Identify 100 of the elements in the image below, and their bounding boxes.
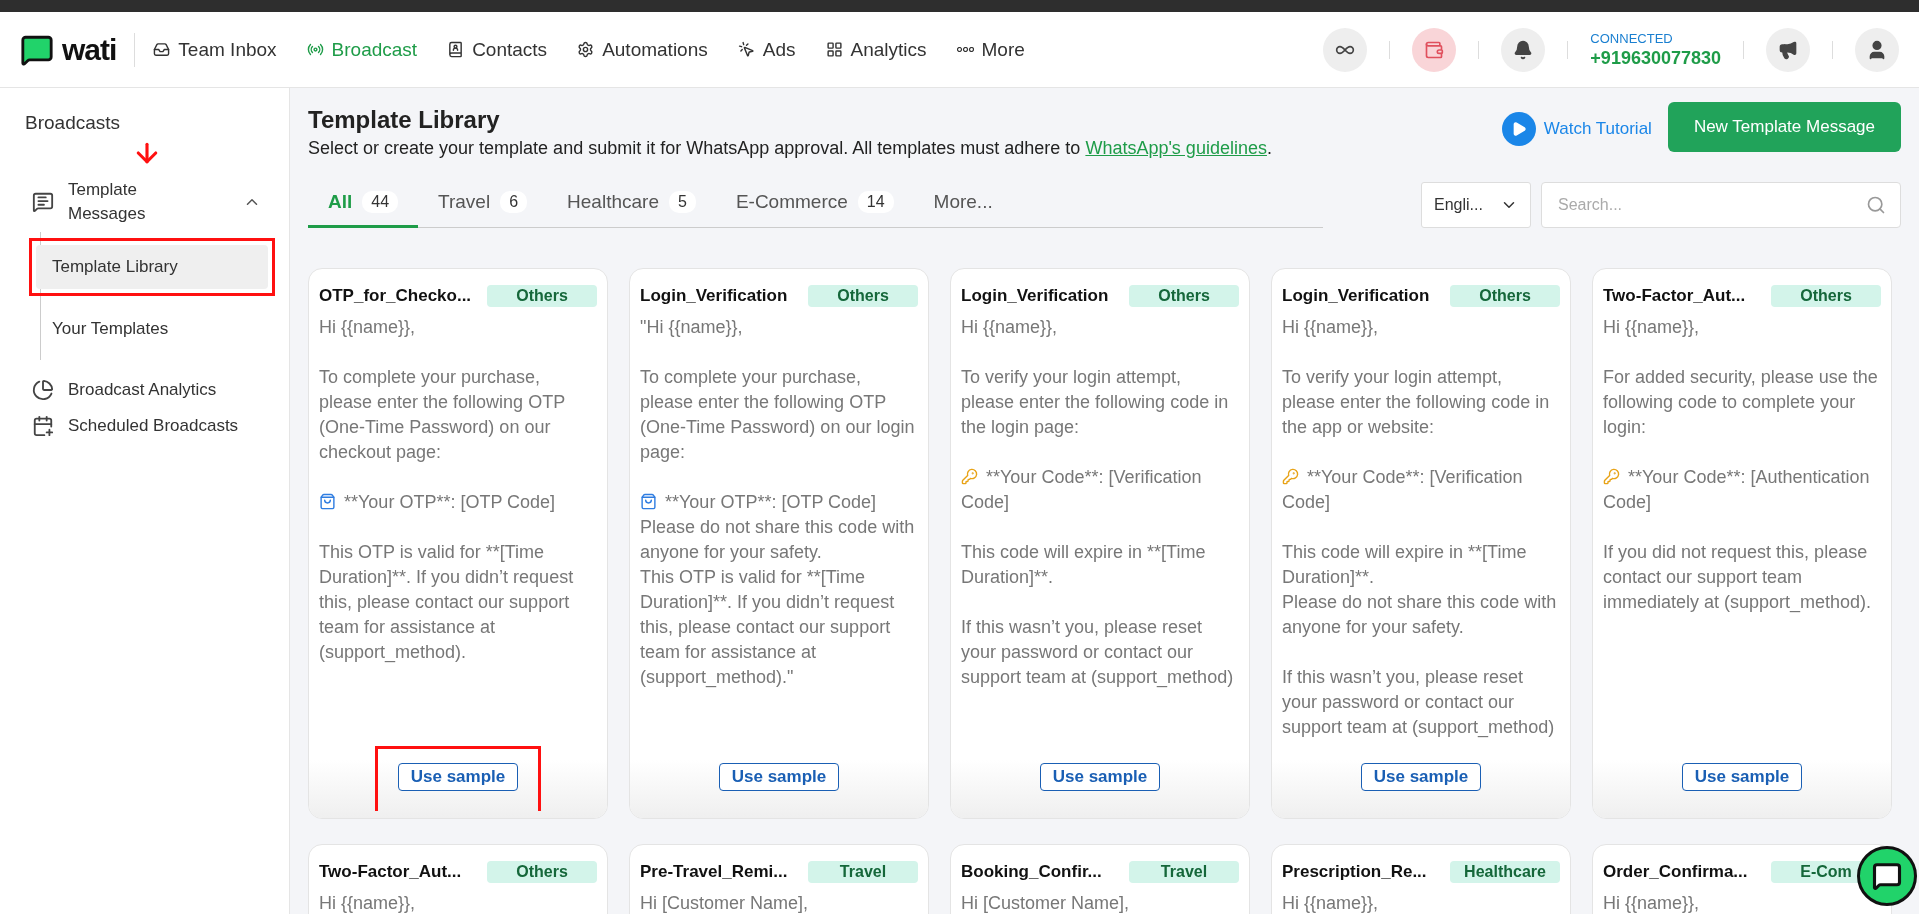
template-text: Hi [Customer Name], <box>961 892 1130 914</box>
search-field[interactable]: Search... <box>1541 182 1901 228</box>
category-tab[interactable]: All 44 <box>308 181 419 228</box>
chat-bubble-icon <box>1872 861 1902 891</box>
template-text: To complete your purchase, please enter the following OTP (One-Time Password) on our login page: <box>640 366 916 464</box>
nav-item[interactable]: More <box>956 38 1025 61</box>
announcements-button[interactable] <box>1766 27 1810 72</box>
chat-button[interactable] <box>1857 846 1917 906</box>
sidebar-item[interactable]: Scheduled Broadcasts <box>14 408 275 444</box>
sidebar-item[interactable]: Template Messages <box>14 172 275 232</box>
template-text: Hi {{name}}, <box>319 892 416 914</box>
tab-count: 44 <box>362 191 399 213</box>
template-text: "Hi {{name}}, <box>640 316 743 339</box>
template-title: Booking_Confir... <box>961 862 1102 882</box>
template-title: Login_Verification <box>961 286 1109 306</box>
sidebar-title: Broadcasts <box>25 112 122 134</box>
template-text: This code will expire in **[Time Duration]**. Please do not share this code with anyone for your safety. <box>1282 541 1558 639</box>
template-text: **Your OTP**: [OTP Code] Please do not share this code with anyone for your safety. This OTP is valid for **[Time Duration]**. If you didn’t request this, please contact our support team for assistance at (support_method)." <box>640 491 916 690</box>
tab-count: 5 <box>668 191 696 213</box>
use-sample-button[interactable]: Use sample <box>1681 763 1803 791</box>
tab-label: Travel <box>438 191 491 213</box>
category-tab[interactable]: E-Commerce 14 <box>715 181 914 228</box>
tab-label: E-Commerce <box>735 191 848 213</box>
page-description: Select or create your template and submit it for WhatsApp approval. All templates must adhere to WhatsApp's guidelines. <box>308 138 1273 159</box>
sidebar-item[interactable]: Broadcast Analytics <box>14 372 275 408</box>
tab-label: All <box>328 191 353 213</box>
tab-label: Healthcare <box>567 191 659 213</box>
tab-count: 14 <box>857 191 894 213</box>
category-tag: Others <box>1450 285 1560 307</box>
key-icon <box>1282 468 1299 485</box>
template-text: To complete your purchase, please enter the following OTP (One-Time Password) on our checkout page: <box>319 366 566 464</box>
tab-label: More... <box>933 191 993 213</box>
template-text: To verify your login attempt, please enter the following code in the app or website: <box>1282 366 1551 439</box>
shopping-bag-icon <box>640 493 657 510</box>
sidebar-subitem[interactable]: Your Templates <box>36 307 268 351</box>
nav-item[interactable]: Automations <box>577 38 708 61</box>
template-text: If you did not request this, please contact our support team immediately at (support_method). <box>1603 541 1873 615</box>
category-tag: Others <box>1771 285 1881 307</box>
template-text: This OTP is valid for **[Time Duration]**. If you didn’t request this, please contact our support team for assistance at (support_method). <box>319 541 575 665</box>
category-tag: Others <box>487 861 597 883</box>
template-text: Hi {{name}}, <box>961 316 1058 339</box>
language-select[interactable]: Engli... <box>1421 182 1531 228</box>
use-sample-button[interactable]: Use sample <box>397 763 519 791</box>
grid-icon <box>825 41 843 58</box>
use-sample-button[interactable]: Use sample <box>1360 763 1482 791</box>
tab-count: 6 <box>500 191 528 213</box>
category-tag: Healthcare <box>1450 861 1560 883</box>
category-tag: Travel <box>808 861 918 883</box>
phone-number: +919630077830 <box>1590 47 1721 69</box>
category-tag: Travel <box>1129 861 1239 883</box>
template-title: Two-Factor_Aut... <box>1603 286 1746 306</box>
shopping-bag-icon <box>319 493 336 510</box>
template-text: Hi {{name}}, <box>1603 892 1700 914</box>
gear-icon <box>577 41 595 58</box>
template-text: **Your OTP**: [OTP Code] <box>319 490 556 515</box>
template-text: This code will expire in **[Time Duration]**. <box>961 541 1207 589</box>
category-tag: Others <box>1129 285 1239 307</box>
template-title: Login_Verification <box>1282 286 1430 306</box>
sidebar-subitem[interactable]: Template Library <box>36 245 268 289</box>
nav-item[interactable]: Ads <box>737 38 796 61</box>
template-text: **Your Code**: [Verification Code] <box>1282 466 1524 514</box>
profile-button[interactable] <box>1855 27 1899 72</box>
template-text: If this wasn’t you, please reset your password or contact our support team at (support_method) <box>961 616 1235 690</box>
category-tab[interactable]: More... <box>913 181 1013 228</box>
template-title: Order_Confirma... <box>1603 862 1748 882</box>
calendar-plus-icon <box>32 415 54 437</box>
key-icon <box>1603 468 1620 485</box>
contact-book-icon <box>447 41 465 58</box>
wallet-icon <box>1424 39 1445 60</box>
category-tag: Others <box>808 285 918 307</box>
template-text: Hi {{name}}, <box>319 316 416 339</box>
nav-item[interactable]: Analytics <box>825 38 927 61</box>
bell-icon <box>1513 39 1534 60</box>
template-title: OTP_for_Checko... <box>319 286 472 306</box>
search-icon <box>1866 195 1886 215</box>
nav-item[interactable]: Team Inbox <box>153 38 277 61</box>
megaphone-icon <box>1778 39 1798 60</box>
category-tab[interactable]: Healthcare 5 <box>547 181 716 228</box>
template-text: Hi {{name}}, <box>1282 892 1379 914</box>
dots-icon <box>956 47 974 52</box>
play-icon <box>1501 112 1536 146</box>
category-tab[interactable]: Travel 6 <box>418 181 548 228</box>
nav-item[interactable]: Broadcast <box>306 38 418 61</box>
template-text: **Your Code**: [Verification Code] <box>961 466 1203 514</box>
use-sample-button[interactable]: Use sample <box>718 763 840 791</box>
template-text: Hi {{name}}, <box>1282 316 1379 339</box>
watch-tutorial-link[interactable]: Watch Tutorial <box>1501 112 1652 146</box>
nav-item[interactable]: Contacts <box>447 38 548 61</box>
page-title: Template Library <box>308 106 501 134</box>
brand-logo: wati <box>62 32 117 67</box>
pie-chart-icon <box>32 379 54 401</box>
search-input[interactable]: Search... <box>1556 183 1866 227</box>
template-title: Two-Factor_Aut... <box>319 862 462 882</box>
broadcast-icon <box>306 41 324 58</box>
template-title: Pre-Travel_Remi... <box>640 862 788 882</box>
template-text: **Your Code**: [Authentication Code] <box>1603 466 1871 514</box>
template-text: For added security, please use the following code to complete your login: <box>1603 366 1879 439</box>
use-sample-button[interactable]: Use sample <box>1039 763 1161 791</box>
template-title: Login_Verification <box>640 286 788 306</box>
inbox-icon <box>153 41 171 58</box>
